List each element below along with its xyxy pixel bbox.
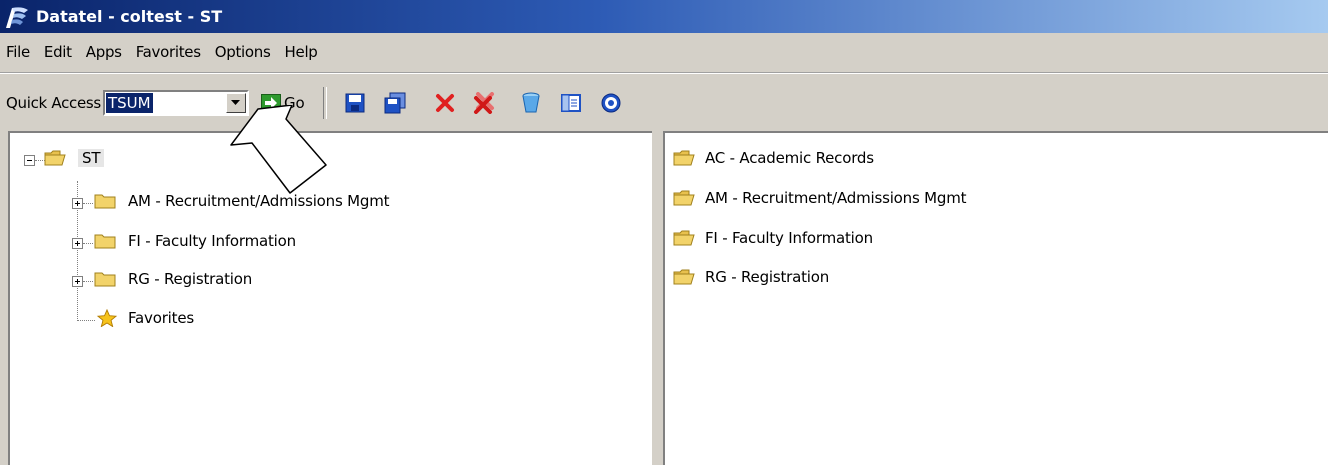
- toolbar: Quick Access TSUM Go: [0, 82, 1328, 124]
- window-title: Datatel - coltest - ST: [36, 7, 223, 26]
- folder-icon: [94, 272, 116, 287]
- menu-edit[interactable]: Edit: [37, 43, 79, 61]
- save-button[interactable]: [341, 88, 369, 118]
- save-all-icon: [384, 92, 406, 114]
- menu-divider: [0, 72, 1328, 74]
- folder-open-icon: [673, 230, 695, 246]
- cancel-button[interactable]: [431, 88, 459, 118]
- quick-access-input[interactable]: TSUM: [105, 93, 153, 113]
- expand-toggle[interactable]: [72, 276, 83, 287]
- plus-icon: [75, 201, 80, 206]
- list-item[interactable]: AC - Academic Records: [673, 149, 874, 167]
- plus-icon: [75, 279, 80, 284]
- plus-icon: [75, 241, 80, 246]
- menu-bar: File Edit Apps Favorites Options Help: [0, 37, 1328, 67]
- folder-icon: [94, 234, 116, 249]
- tree-root[interactable]: ST: [44, 149, 105, 167]
- list-pane[interactable]: AC - Academic Records AM - Recruitment/A…: [663, 131, 1328, 465]
- expand-toggle[interactable]: [72, 198, 83, 209]
- expand-toggle[interactable]: [72, 238, 83, 249]
- list-item[interactable]: FI - Faculty Information: [673, 229, 873, 247]
- list-item-label: AC - Academic Records: [705, 149, 874, 167]
- view-window-icon: [560, 94, 581, 112]
- folder-open-icon: [673, 150, 695, 166]
- tree-item[interactable]: FI - Faculty Information: [94, 232, 296, 250]
- collapse-toggle[interactable]: [24, 155, 35, 166]
- list-item-label: FI - Faculty Information: [705, 229, 873, 247]
- view-button[interactable]: [557, 88, 585, 118]
- menu-favorites[interactable]: Favorites: [129, 43, 208, 61]
- list-item-label: AM - Recruitment/Admissions Mgmt: [705, 189, 967, 207]
- tree-item-label: RG - Registration: [128, 270, 253, 288]
- tree-item-favorites[interactable]: Favorites: [96, 309, 194, 327]
- title-bar: Datatel - coltest - ST: [0, 0, 1328, 33]
- tree-connector: [83, 243, 93, 244]
- app-logo-icon: [6, 6, 28, 28]
- menu-help[interactable]: Help: [278, 43, 325, 61]
- annotation-arrow-icon: [230, 105, 327, 194]
- tree-connector: [77, 320, 95, 321]
- minus-icon: [27, 160, 32, 161]
- cancel-icon: [435, 94, 454, 112]
- menu-options[interactable]: Options: [208, 43, 278, 61]
- save-all-button[interactable]: [381, 88, 409, 118]
- menu-apps[interactable]: Apps: [79, 43, 129, 61]
- delete-button[interactable]: [517, 88, 545, 118]
- help-icon: [601, 93, 621, 113]
- folder-icon: [94, 194, 116, 209]
- cancel-all-icon: [473, 92, 494, 114]
- tree-connector: [83, 281, 93, 282]
- menu-file[interactable]: File: [0, 43, 37, 61]
- folder-open-icon: [673, 190, 695, 206]
- folder-open-icon: [673, 269, 695, 285]
- cancel-all-button[interactable]: [471, 88, 499, 118]
- star-icon: [96, 309, 118, 327]
- folder-open-icon: [44, 150, 66, 166]
- tree-root-label: ST: [78, 149, 105, 167]
- tree-connector: [83, 203, 93, 204]
- list-item-label: RG - Registration: [705, 268, 830, 286]
- quick-access-label: Quick Access: [6, 94, 101, 112]
- list-item[interactable]: RG - Registration: [673, 268, 829, 286]
- save-icon: [345, 93, 365, 113]
- help-button[interactable]: [597, 88, 625, 118]
- tree-item-label: Favorites: [128, 309, 194, 327]
- tree-item-label: FI - Faculty Information: [128, 232, 296, 250]
- list-item[interactable]: AM - Recruitment/Admissions Mgmt: [673, 189, 967, 207]
- tree-item[interactable]: RG - Registration: [94, 270, 252, 288]
- pane-splitter[interactable]: [652, 131, 663, 465]
- trash-icon: [522, 92, 540, 113]
